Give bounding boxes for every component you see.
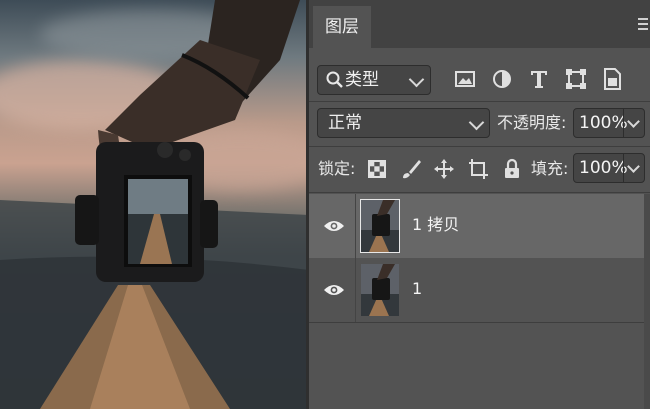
lock-position-icon[interactable] — [432, 157, 456, 181]
layer-name[interactable]: 1 拷贝 — [412, 214, 459, 236]
lock-artboard-icon[interactable] — [466, 157, 490, 181]
type-filter-icon[interactable] — [526, 66, 552, 92]
layers-panel: 图层 类型 正常 不透明度: 100% 锁定: 填充: 100% 1 拷贝 1 — [309, 0, 650, 409]
chevron-down-icon — [468, 114, 485, 131]
layer-row-divider — [355, 258, 356, 322]
opacity-value: 100% — [579, 113, 628, 133]
image-filter-icon[interactable] — [452, 66, 478, 92]
chevron-down-icon — [408, 71, 425, 88]
opacity-input[interactable]: 100% — [573, 108, 645, 138]
document-canvas[interactable] — [0, 0, 309, 409]
divider-line — [309, 101, 650, 102]
fill-label: 填充: — [531, 159, 569, 178]
layer-row-1-copy[interactable]: 1 拷贝 — [309, 194, 644, 258]
layer-row-divider — [355, 194, 356, 258]
lock-label: 锁定: — [318, 159, 356, 178]
filter-kind-label: 类型 — [345, 70, 379, 90]
lock-all-icon[interactable] — [500, 157, 524, 181]
opacity-label: 不透明度: — [497, 113, 567, 132]
lock-transparent-pixels-icon[interactable] — [365, 157, 389, 181]
blend-mode-dropdown[interactable]: 正常 — [317, 108, 490, 138]
adjustment-filter-icon[interactable] — [489, 66, 515, 92]
chevron-down-icon[interactable] — [627, 160, 640, 173]
panel-tab-bar: 图层 — [309, 0, 650, 48]
divider-line — [309, 192, 650, 193]
layer-row-1[interactable]: 1 — [309, 258, 644, 322]
tab-layers[interactable]: 图层 — [313, 6, 371, 48]
chevron-down-icon[interactable] — [627, 115, 640, 128]
layer-name[interactable]: 1 — [412, 278, 422, 300]
search-icon — [326, 71, 343, 88]
lock-image-pixels-icon[interactable] — [399, 157, 423, 181]
layer-thumbnail[interactable] — [360, 199, 400, 253]
layer-thumbnail[interactable] — [361, 264, 399, 316]
smart-object-filter-icon[interactable] — [599, 66, 625, 92]
divider-line — [309, 322, 644, 323]
stepper-divider — [623, 154, 624, 182]
canvas-photo — [0, 0, 309, 409]
fill-value: 100% — [579, 158, 628, 178]
visibility-eye-icon[interactable] — [323, 218, 345, 234]
shape-filter-icon[interactable] — [563, 66, 589, 92]
panel-menu-icon[interactable] — [638, 18, 648, 30]
divider-line — [309, 146, 650, 147]
layers-scrollbar[interactable] — [644, 194, 650, 409]
filter-kind-dropdown[interactable]: 类型 — [317, 65, 431, 95]
stepper-divider — [623, 109, 624, 137]
fill-input[interactable]: 100% — [573, 153, 645, 183]
blend-mode-value: 正常 — [328, 113, 362, 133]
visibility-eye-icon[interactable] — [323, 282, 345, 298]
